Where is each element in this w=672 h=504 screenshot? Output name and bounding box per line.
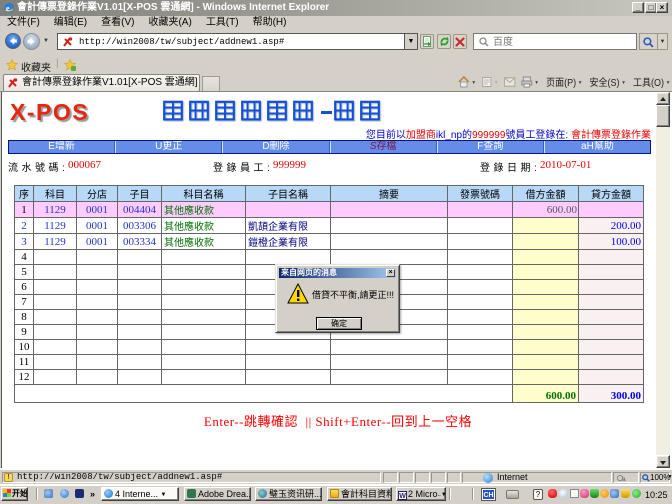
svg-text:e: e xyxy=(6,4,10,13)
svg-text:a: a xyxy=(622,477,626,482)
